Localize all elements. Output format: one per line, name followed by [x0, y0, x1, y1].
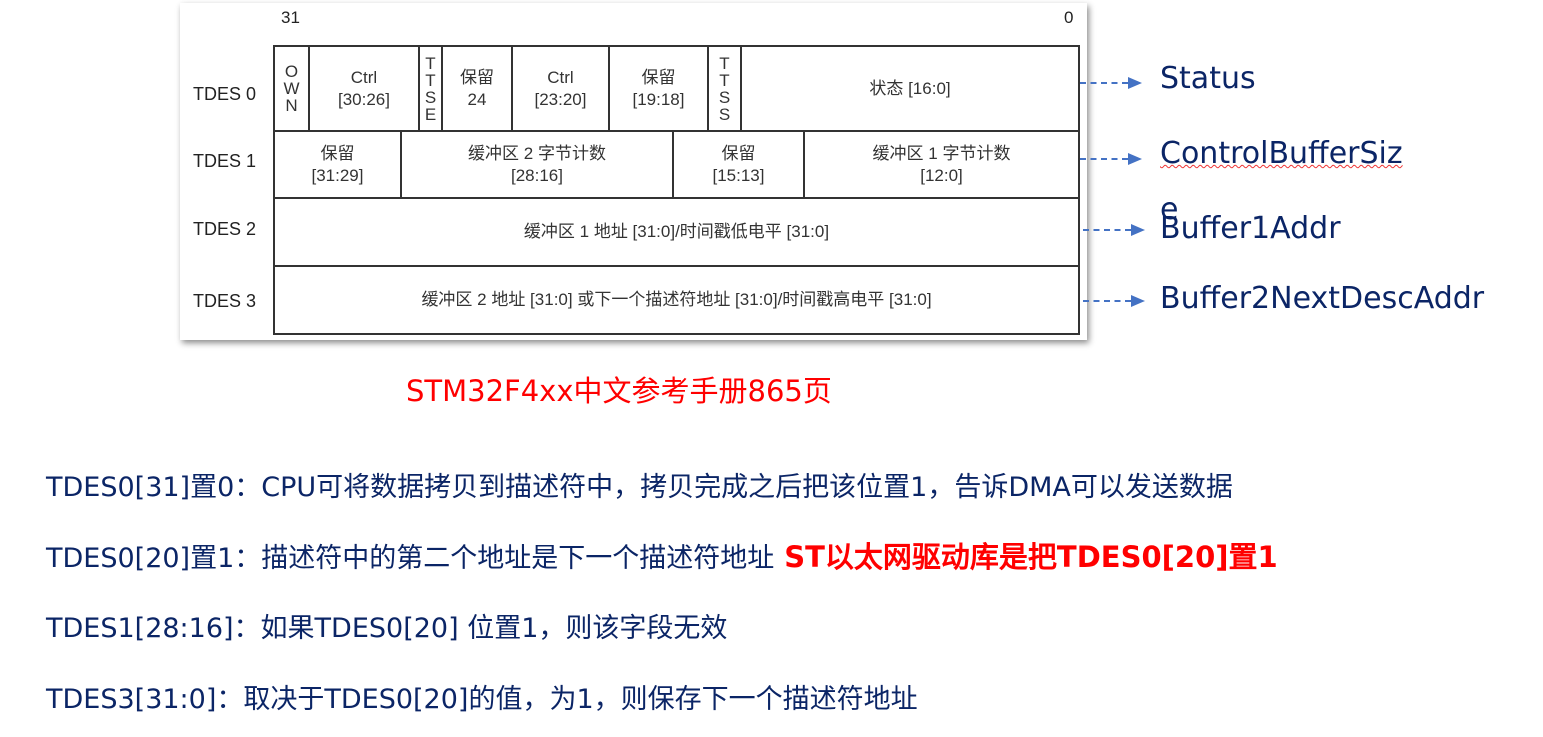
- field-ttse: T T S E: [418, 45, 443, 132]
- field-reserved-19-18: 保留 [19:18]: [608, 45, 709, 132]
- note-line-3: TDES1[28:16]：如果TDES0[20] 位置1，则该字段无效: [46, 606, 727, 645]
- row-label-tdes3: TDES 3: [193, 291, 257, 311]
- note-highlight: ST以太网驱动库是把TDES0[20]置1: [784, 540, 1278, 574]
- field-reserved-31-29: 保留 [31:29]: [273, 130, 402, 199]
- note-line-2: TDES0[20]置1：描述符中的第二个地址是下一个描述符地址 ST以太网驱动库是…: [46, 534, 1278, 576]
- field-ctrl-30-26: Ctrl [30:26]: [308, 45, 420, 132]
- note-line-1: TDES0[31]置0：CPU可将数据拷贝到描述符中，拷贝完成之后把该位置1，告…: [46, 465, 1233, 504]
- field-buffer2-size: 缓冲区 2 字节计数 [28:16]: [400, 130, 674, 199]
- field-own: O W N: [273, 45, 310, 132]
- note-line-4: TDES3[31:0]：取决于TDES0[20]的值，为1，则保存下一个描述符地…: [46, 677, 918, 716]
- row-label-tdes2: TDES 2: [193, 219, 257, 239]
- field-reserved-24: 保留 24: [441, 45, 513, 132]
- field-buffer1-size: 缓冲区 1 字节计数 [12:0]: [803, 130, 1080, 199]
- bit-31-label: 31: [281, 8, 300, 27]
- arrow-icon: [1083, 295, 1145, 307]
- note-text: TDES3[31:0]：取决于TDES0[20]的值，为1，则保存下一个描述符地…: [46, 684, 918, 715]
- label-buffer2-next-desc-addr: Buffer2NextDescAddr: [1160, 281, 1485, 316]
- field-buffer1-address: 缓冲区 1 地址 [31:0]/时间戳低电平 [31:0]: [273, 197, 1080, 267]
- field-ttss: T T S S: [707, 45, 742, 132]
- bit-0-label: 0: [1064, 8, 1074, 27]
- arrow-icon: [1080, 153, 1142, 165]
- figure-caption: STM32F4xx中文参考手册865页: [406, 374, 832, 408]
- field-buffer2-next-address: 缓冲区 2 地址 [31:0] 或下一个描述符地址 [31:0]/时间戳高电平 …: [273, 265, 1080, 335]
- note-text: TDES1[28:16]：如果TDES0[20] 位置1，则该字段无效: [46, 613, 728, 644]
- field-status: 状态 [16:0]: [740, 45, 1080, 132]
- field-ctrl-23-20: Ctrl [23:20]: [511, 45, 610, 132]
- label-buffer1-addr: Buffer1Addr: [1160, 211, 1341, 246]
- row-label-tdes0: TDES 0: [193, 84, 257, 104]
- arrow-icon: [1080, 77, 1142, 89]
- label-control-buffer-size: ControlBufferSiz: [1160, 136, 1403, 171]
- note-text: TDES0[31]置0：CPU可将数据拷贝到描述符中，拷贝完成之后把该位置1，告…: [46, 472, 1233, 503]
- arrow-icon: [1083, 224, 1145, 236]
- label-status: Status: [1160, 61, 1256, 96]
- field-reserved-15-13: 保留 [15:13]: [672, 130, 805, 199]
- note-text: TDES0[20]置1：描述符中的第二个地址是下一个描述符地址: [46, 543, 775, 574]
- row-label-tdes1: TDES 1: [193, 151, 257, 171]
